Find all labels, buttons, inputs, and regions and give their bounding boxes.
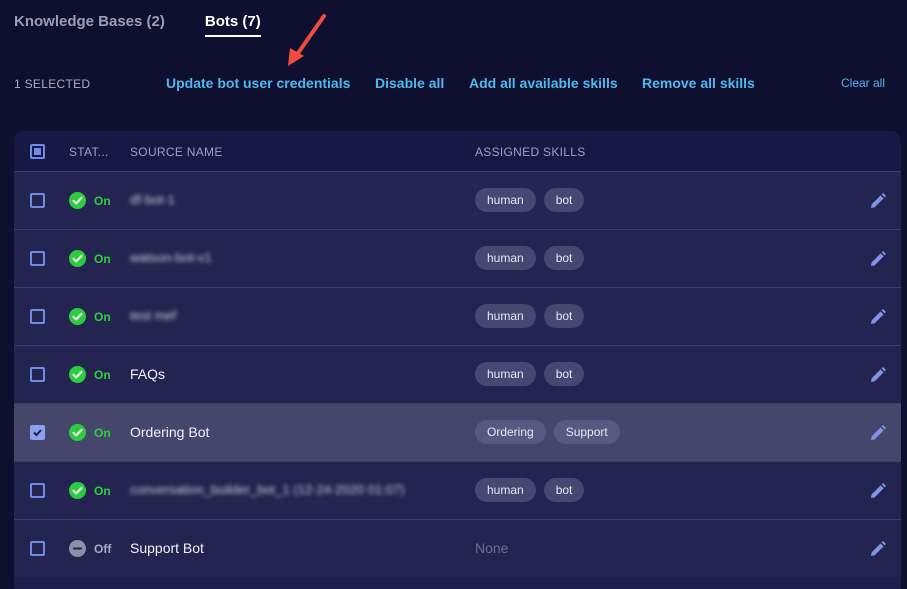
skill-chip: human	[475, 188, 536, 212]
source-name: Ordering Bot	[130, 424, 210, 440]
status-indicator: On	[69, 250, 111, 267]
status-indicator: On	[69, 482, 111, 499]
source-name: test mef	[130, 308, 177, 323]
row-checkbox[interactable]	[30, 483, 45, 498]
status-label: On	[94, 483, 111, 498]
source-name: FAQs	[130, 366, 166, 382]
column-header-source-name[interactable]: SOURCE NAME	[130, 145, 223, 159]
skill-chip: human	[475, 304, 536, 328]
clear-all-button[interactable]: Clear all	[841, 76, 885, 90]
assigned-skills: human bot	[475, 362, 592, 386]
row-checkbox[interactable]	[30, 309, 45, 324]
select-all-checkbox[interactable]	[30, 144, 45, 159]
row-checkbox[interactable]	[30, 367, 45, 382]
tab-knowledge-bases[interactable]: Knowledge Bases (2)	[14, 13, 165, 37]
pencil-icon[interactable]	[869, 192, 887, 210]
column-header-assigned-skills[interactable]: ASSIGNED SKILLS	[475, 145, 586, 159]
check-circle-icon	[69, 424, 86, 441]
skill-chip: Ordering	[475, 420, 546, 444]
check-circle-icon	[69, 308, 86, 325]
assigned-skills: human bot	[475, 246, 592, 270]
table-row[interactable]: On watson-bot-v1 human bot	[14, 229, 901, 287]
selected-count: 1 SELECTED	[14, 77, 91, 91]
tab-bots[interactable]: Bots (7)	[204, 13, 261, 37]
column-header-status[interactable]: STAT...	[69, 145, 109, 159]
table-row[interactable]: On df-bot-1 human bot	[14, 171, 901, 229]
skill-chip: Support	[553, 420, 620, 444]
table-row[interactable]: On Ordering Bot Ordering Support	[14, 403, 901, 461]
assigned-skills: human bot	[475, 188, 592, 212]
check-circle-icon	[69, 192, 86, 209]
row-checkbox[interactable]	[30, 193, 45, 208]
annotation-arrow-icon	[288, 14, 326, 66]
status-label: On	[94, 251, 111, 266]
source-name: df-bot-1	[130, 192, 175, 207]
skill-chip: bot	[543, 188, 585, 212]
status-label: On	[94, 367, 111, 382]
source-name: Support Bot	[130, 540, 204, 556]
table-row[interactable]: On test mef human bot	[14, 287, 901, 345]
assigned-skills: None	[475, 536, 508, 556]
remove-all-skills-button[interactable]: Remove all skills	[642, 75, 755, 91]
row-checkbox[interactable]	[30, 251, 45, 266]
skill-chip: bot	[543, 304, 585, 328]
status-label: Off	[94, 541, 112, 556]
no-skills-text: None	[475, 540, 509, 556]
table-body: On df-bot-1 human bot On watson-bot-v1 human bo…	[14, 171, 901, 577]
skill-chip: bot	[543, 478, 585, 502]
assigned-skills: Ordering Support	[475, 420, 628, 444]
table-header: STAT... SOURCE NAME ASSIGNED SKILLS	[14, 131, 901, 171]
assigned-skills: human bot	[475, 304, 592, 328]
tab-bar: Knowledge Bases (2) Bots (7)	[14, 13, 301, 37]
row-checkbox[interactable]	[30, 541, 45, 556]
skill-chip: human	[475, 246, 536, 270]
status-indicator: Off	[69, 540, 111, 557]
source-name: watson-bot-v1	[130, 250, 212, 265]
table-row[interactable]: On conversation_builder_bot_1 (12-24-2020…	[14, 461, 901, 519]
status-label: On	[94, 193, 111, 208]
row-checkbox[interactable]	[30, 425, 45, 440]
status-indicator: On	[69, 366, 111, 383]
minus-circle-icon	[69, 540, 86, 557]
status-label: On	[94, 309, 111, 324]
check-circle-icon	[69, 250, 86, 267]
source-name: conversation_builder_bot_1 (12-24-2020 0…	[130, 482, 405, 497]
table-row[interactable]: On FAQs human bot	[14, 345, 901, 403]
disable-all-button[interactable]: Disable all	[375, 75, 444, 91]
table-row[interactable]: Off Support Bot None	[14, 519, 901, 577]
pencil-icon[interactable]	[869, 482, 887, 500]
pencil-icon[interactable]	[869, 540, 887, 558]
pencil-icon[interactable]	[869, 308, 887, 326]
status-label: On	[94, 425, 111, 440]
pencil-icon[interactable]	[869, 250, 887, 268]
pencil-icon[interactable]	[869, 366, 887, 384]
assigned-skills: human bot	[475, 478, 592, 502]
bulk-action-bar: 1 SELECTED Update bot user credentials D…	[0, 74, 907, 94]
pencil-icon[interactable]	[869, 424, 887, 442]
skill-chip: bot	[543, 246, 585, 270]
check-circle-icon	[69, 366, 86, 383]
check-circle-icon	[69, 482, 86, 499]
status-indicator: On	[69, 424, 111, 441]
status-indicator: On	[69, 192, 111, 209]
add-all-available-skills-button[interactable]: Add all available skills	[469, 75, 618, 91]
skill-chip: human	[475, 362, 536, 386]
update-bot-user-credentials-button[interactable]: Update bot user credentials	[166, 75, 350, 91]
bots-table: STAT... SOURCE NAME ASSIGNED SKILLS On df…	[14, 131, 901, 589]
status-indicator: On	[69, 308, 111, 325]
skill-chip: human	[475, 478, 536, 502]
skill-chip: bot	[543, 362, 585, 386]
